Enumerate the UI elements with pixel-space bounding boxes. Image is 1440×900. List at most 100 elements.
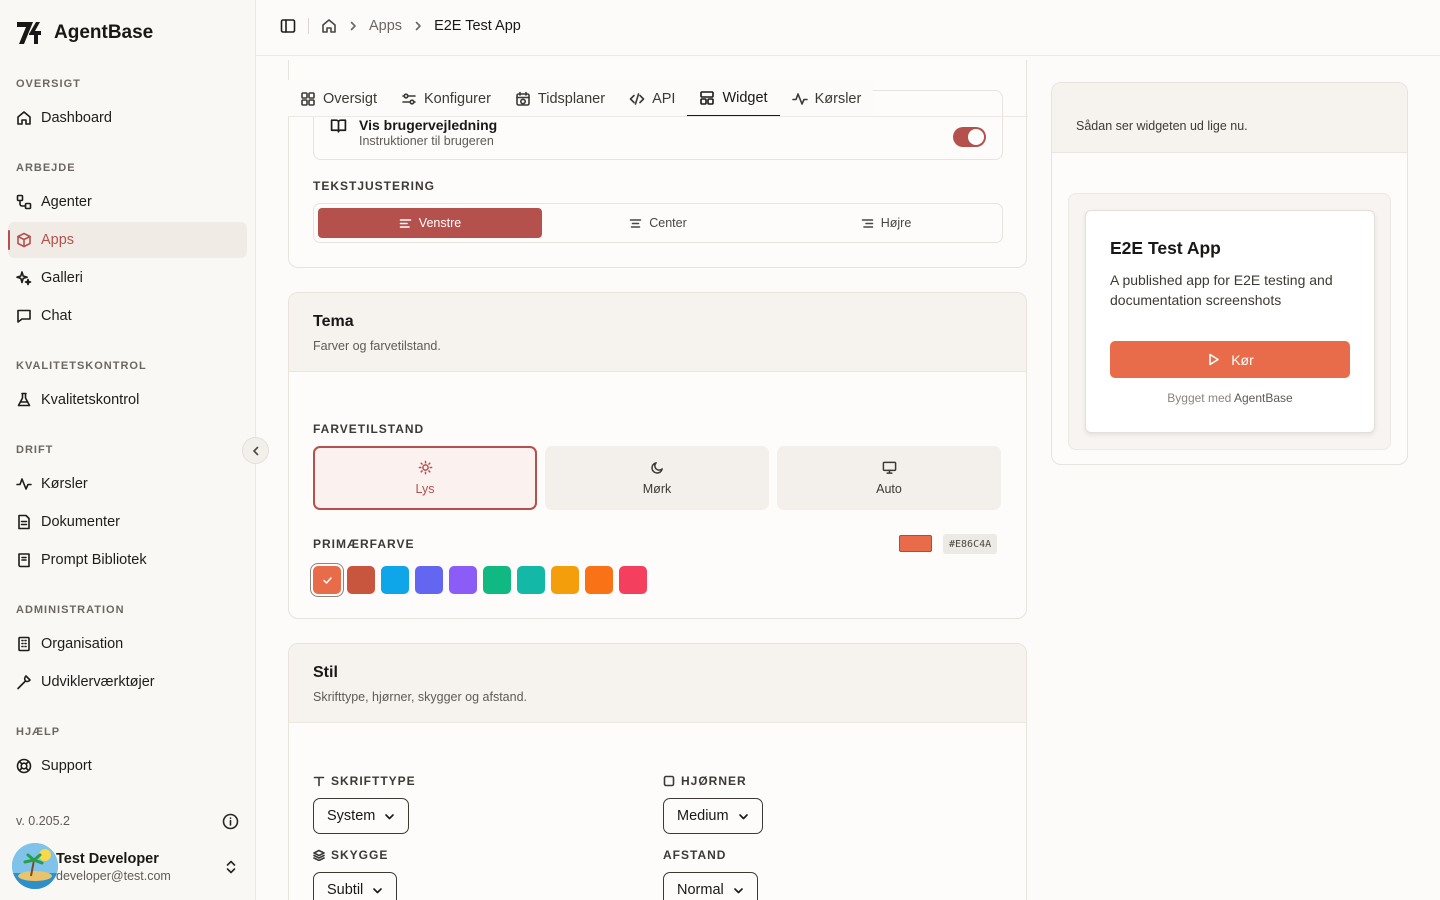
color-swatch[interactable] xyxy=(313,566,341,594)
guide-toggle[interactable] xyxy=(953,127,986,147)
mode-light-button[interactable]: Lys xyxy=(313,446,537,510)
primary-color-label: PRIMÆRFARVE xyxy=(313,537,415,551)
guide-title: Vis brugervejledning xyxy=(359,117,498,133)
theme-subtitle: Farver og farvetilstand. xyxy=(313,339,441,353)
chat-icon xyxy=(17,309,31,323)
preview-frame: E2E Test App A published app for E2E tes… xyxy=(1068,193,1391,450)
sidebar-item-korsler[interactable]: Kørsler xyxy=(8,466,247,502)
activity-icon xyxy=(16,478,32,490)
sidebar-item-agenter[interactable]: Agenter xyxy=(8,184,247,220)
home-icon[interactable] xyxy=(321,18,337,34)
brand[interactable]: AgentBase xyxy=(16,20,153,46)
color-swatch[interactable] xyxy=(619,566,647,594)
font-select[interactable]: System xyxy=(313,798,410,834)
color-swatch[interactable] xyxy=(483,566,511,594)
nav-section-title: OVERSIGT xyxy=(16,78,81,90)
align-left-icon xyxy=(399,218,412,228)
run-button[interactable]: Kør xyxy=(1110,341,1350,378)
breadcrumb-apps[interactable]: Apps xyxy=(369,18,402,34)
mode-auto-button[interactable]: Auto xyxy=(777,446,1001,510)
sidebar-item-label: Organisation xyxy=(41,636,124,652)
color-swatch[interactable] xyxy=(585,566,613,594)
top-bar: Apps E2E Test App xyxy=(256,0,1440,56)
built-brand[interactable]: AgentBase xyxy=(1234,391,1293,405)
spacing-select[interactable]: Normal xyxy=(663,872,758,900)
sidebar-item-label: Kvalitetskontrol xyxy=(41,392,140,408)
breadcrumb-current: E2E Test App xyxy=(434,18,521,34)
sidebar-item-support[interactable]: Support xyxy=(8,748,247,784)
info-icon[interactable] xyxy=(222,813,239,830)
tab-konfigurer[interactable]: Konfigurer xyxy=(389,80,503,117)
sidebar-item-prompt-bibliotek[interactable]: Prompt Bibliotek xyxy=(8,542,247,578)
align-right-button[interactable]: Højre xyxy=(774,208,998,238)
sidebar-item-chat[interactable]: Chat xyxy=(8,298,247,334)
chevrons-up-down-icon xyxy=(226,860,236,874)
built-with: Bygget med AgentBase xyxy=(1086,391,1374,405)
sidebar-item-dokumenter[interactable]: Dokumenter xyxy=(8,504,247,540)
mode-dark-button[interactable]: Mørk xyxy=(545,446,769,510)
sliders-icon xyxy=(402,92,416,105)
color-swatch[interactable] xyxy=(381,566,409,594)
play-icon xyxy=(1209,353,1220,366)
corners-select[interactable]: Medium xyxy=(663,798,763,834)
primary-color-preview[interactable] xyxy=(899,535,932,552)
sidebar-item-organisation[interactable]: Organisation xyxy=(8,626,247,662)
color-swatch[interactable] xyxy=(551,566,579,594)
widget-preview-panel: Sådan ser widgeten ud lige nu. E2E Test … xyxy=(1051,82,1408,465)
tab-label: Widget xyxy=(722,89,768,106)
corners-label: HJØRNER xyxy=(681,774,747,788)
app-tabs: Oversigt Konfigurer Tidsplaner API Widge… xyxy=(288,80,874,117)
tab-label: Oversigt xyxy=(323,90,377,107)
nav-section-title: ADMINISTRATION xyxy=(16,604,125,616)
sidebar-item-label: Galleri xyxy=(41,270,83,286)
tab-tidsplaner[interactable]: Tidsplaner xyxy=(503,80,617,117)
sidebar-item-apps[interactable]: Apps xyxy=(8,222,247,258)
sidebar-item-kvalitetskontrol[interactable]: Kvalitetskontrol xyxy=(8,382,247,418)
breadcrumb: Apps E2E Test App xyxy=(280,18,521,34)
preview-header xyxy=(1052,83,1407,153)
tab-korsler[interactable]: Kørsler xyxy=(780,80,874,117)
type-icon xyxy=(313,776,325,787)
user-menu[interactable]: Test Developer developer@test.com xyxy=(12,843,247,891)
color-swatch[interactable] xyxy=(347,566,375,594)
sidebar-item-dashboard[interactable]: Dashboard xyxy=(8,100,247,136)
style-title: Stil xyxy=(313,664,338,681)
book-icon xyxy=(18,553,30,568)
chevron-down-icon xyxy=(738,813,748,819)
color-swatch[interactable] xyxy=(415,566,443,594)
color-swatch[interactable] xyxy=(449,566,477,594)
logo-icon xyxy=(17,22,41,44)
divider xyxy=(308,18,309,34)
font-value: System xyxy=(327,808,376,824)
tab-api[interactable]: API xyxy=(617,80,687,117)
sidebar-item-label: Agenter xyxy=(41,194,92,210)
mode-dark-label: Mørk xyxy=(642,482,672,496)
sidebar-item-galleri[interactable]: Galleri xyxy=(8,260,247,296)
sidebar-toggle-icon[interactable] xyxy=(280,18,296,34)
nav-section-title: KVALITETSKONTROL xyxy=(16,360,147,372)
chevron-right-icon xyxy=(415,21,421,31)
chevron-down-icon xyxy=(733,887,743,893)
tab-label: Konfigurer xyxy=(424,90,491,107)
building-icon xyxy=(18,636,30,652)
monitor-icon xyxy=(882,461,896,474)
app-name: AgentBase xyxy=(54,22,154,43)
theme-title: Tema xyxy=(313,313,354,330)
font-label: SKRIFTTYPE xyxy=(331,774,416,788)
shadow-select[interactable]: Subtil xyxy=(313,872,398,900)
corners-value: Medium xyxy=(677,808,729,824)
align-left-label: Venstre xyxy=(418,216,462,230)
tab-widget[interactable]: Widget xyxy=(687,80,780,117)
align-center-button[interactable]: Center xyxy=(546,208,770,238)
color-swatch[interactable] xyxy=(517,566,545,594)
wrench-icon xyxy=(17,675,31,690)
nav-section-title: DRIFT xyxy=(16,444,54,456)
home-icon xyxy=(17,111,31,125)
sidebar-item-udviklervaerktojer[interactable]: Udviklerværktøjer xyxy=(8,664,247,700)
layout-icon xyxy=(700,90,715,105)
collapse-sidebar-button[interactable] xyxy=(242,437,269,464)
grid-icon xyxy=(301,91,315,106)
sun-icon xyxy=(418,460,432,475)
align-left-button[interactable]: Venstre xyxy=(318,208,542,238)
tab-oversigt[interactable]: Oversigt xyxy=(288,80,389,117)
